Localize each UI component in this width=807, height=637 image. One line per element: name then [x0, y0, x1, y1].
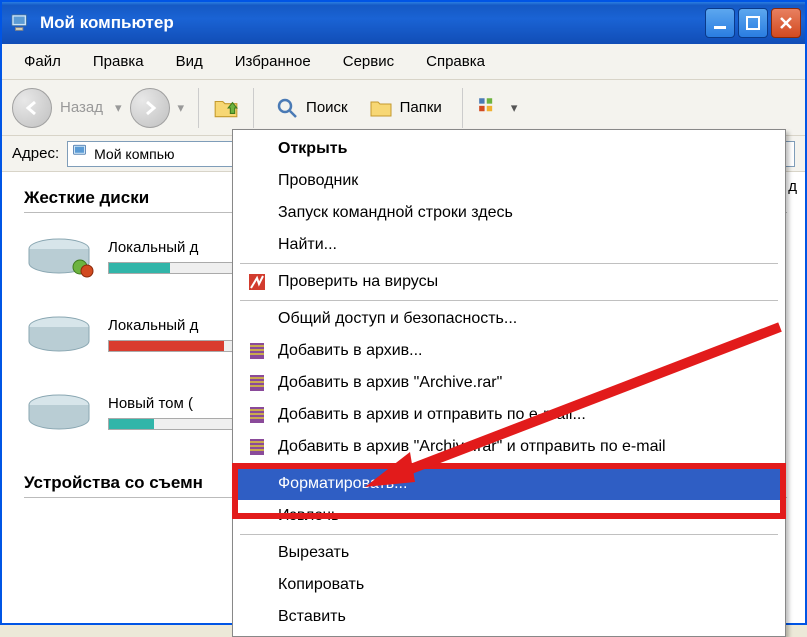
context-menu-label: Вырезать	[278, 544, 349, 562]
menu-edit[interactable]: Правка	[79, 49, 158, 74]
context-menu-label: Общий доступ и безопасность...	[278, 310, 517, 328]
drive-name: Новый том (	[108, 395, 238, 412]
menu-tools[interactable]: Сервис	[329, 49, 408, 74]
my-computer-icon	[10, 12, 32, 34]
search-label: Поиск	[306, 99, 348, 116]
menu-file[interactable]: Файл	[10, 49, 75, 74]
hdd-icon	[24, 231, 94, 281]
usage-bar	[108, 418, 238, 430]
address-value: Мой компью	[94, 146, 174, 162]
context-menu-label: Добавить в архив...	[278, 342, 423, 360]
search-icon	[274, 95, 300, 121]
context-menu-item[interactable]: Добавить в архив и отправить по e-mail..…	[236, 399, 782, 431]
context-menu-item[interactable]: Общий доступ и безопасность...	[236, 303, 782, 335]
separator	[198, 88, 199, 128]
menu-help[interactable]: Справка	[412, 49, 499, 74]
context-menu: Открыть Проводник Запуск командной строки …	[232, 129, 786, 637]
truncated-text: д	[788, 178, 797, 195]
context-menu-item[interactable]: Добавить в архив "Archive.rar" и отправи…	[236, 431, 782, 463]
folders-label: Папки	[400, 99, 442, 116]
chevron-down-icon[interactable]: ▾	[178, 100, 185, 116]
context-menu-item[interactable]: Запуск командной строки здесь	[236, 197, 782, 229]
context-menu-label: Копировать	[278, 576, 364, 594]
drive-name: Локальный д	[108, 239, 238, 256]
context-menu-label: Добавить в архив и отправить по e-mail..…	[278, 406, 586, 424]
context-menu-item[interactable]: Проверить на вирусы	[236, 266, 782, 298]
search-button[interactable]: Поиск	[268, 91, 354, 125]
winrar-icon	[246, 436, 268, 458]
context-menu-item[interactable]: Найти...	[236, 229, 782, 261]
views-icon[interactable]	[477, 95, 503, 121]
menubar: Файл Правка Вид Избранное Сервис Справка	[2, 44, 805, 80]
context-menu-label: Запуск командной строки здесь	[278, 204, 513, 222]
back-label: Назад	[60, 99, 103, 116]
toolbar: Назад ▾ ▾ Поиск	[2, 80, 805, 136]
window-title: Мой компьютер	[40, 13, 702, 33]
context-menu-item[interactable]: Вставить	[236, 601, 782, 633]
context-menu-item[interactable]: Открыть	[236, 133, 782, 165]
hdd-icon	[24, 309, 94, 359]
drive-name: Локальный д	[108, 317, 238, 334]
context-menu-item[interactable]: Вырезать	[236, 537, 782, 569]
address-label: Адрес:	[12, 145, 59, 162]
minimize-button[interactable]	[705, 8, 735, 38]
context-menu-separator	[240, 300, 778, 301]
context-menu-label: Вставить	[278, 608, 346, 626]
context-menu-separator	[240, 465, 778, 466]
titlebar: Мой компьютер	[2, 2, 805, 44]
kaspersky-icon	[246, 271, 268, 293]
folder-up-icon[interactable]	[213, 95, 239, 121]
back-button[interactable]	[12, 88, 52, 128]
context-menu-label: Проверить на вирусы	[278, 273, 438, 291]
context-menu-label: Добавить в архив "Archive.rar"	[278, 374, 502, 392]
winrar-icon	[246, 340, 268, 362]
context-menu-separator	[240, 263, 778, 264]
chevron-down-icon[interactable]: ▾	[115, 100, 122, 116]
context-menu-label: Открыть	[278, 140, 347, 158]
forward-button[interactable]	[130, 88, 170, 128]
context-menu-item[interactable]: Форматировать...	[236, 468, 782, 500]
context-menu-label: Форматировать...	[278, 475, 407, 493]
chevron-down-icon[interactable]: ▾	[511, 100, 518, 116]
usage-bar	[108, 262, 238, 274]
context-menu-item[interactable]: Извлечь	[236, 500, 782, 532]
close-button[interactable]	[771, 8, 801, 38]
my-computer-icon	[72, 143, 90, 164]
folders-icon	[368, 95, 394, 121]
folders-button[interactable]: Папки	[362, 91, 448, 125]
context-menu-label: Извлечь	[278, 507, 339, 525]
menu-view[interactable]: Вид	[162, 49, 217, 74]
winrar-icon	[246, 404, 268, 426]
context-menu-label: Проводник	[278, 172, 358, 190]
context-menu-item[interactable]: Копировать	[236, 569, 782, 601]
separator	[462, 88, 463, 128]
context-menu-item[interactable]: Добавить в архив...	[236, 335, 782, 367]
menu-fav[interactable]: Избранное	[221, 49, 325, 74]
winrar-icon	[246, 372, 268, 394]
context-menu-item[interactable]: Проводник	[236, 165, 782, 197]
context-menu-separator	[240, 534, 778, 535]
context-menu-item[interactable]: Добавить в архив "Archive.rar"	[236, 367, 782, 399]
hdd-icon	[24, 387, 94, 437]
context-menu-label: Добавить в архив "Archive.rar" и отправи…	[278, 438, 666, 456]
maximize-button[interactable]	[738, 8, 768, 38]
context-menu-label: Найти...	[278, 236, 337, 254]
separator	[253, 88, 254, 128]
usage-bar	[108, 340, 238, 352]
